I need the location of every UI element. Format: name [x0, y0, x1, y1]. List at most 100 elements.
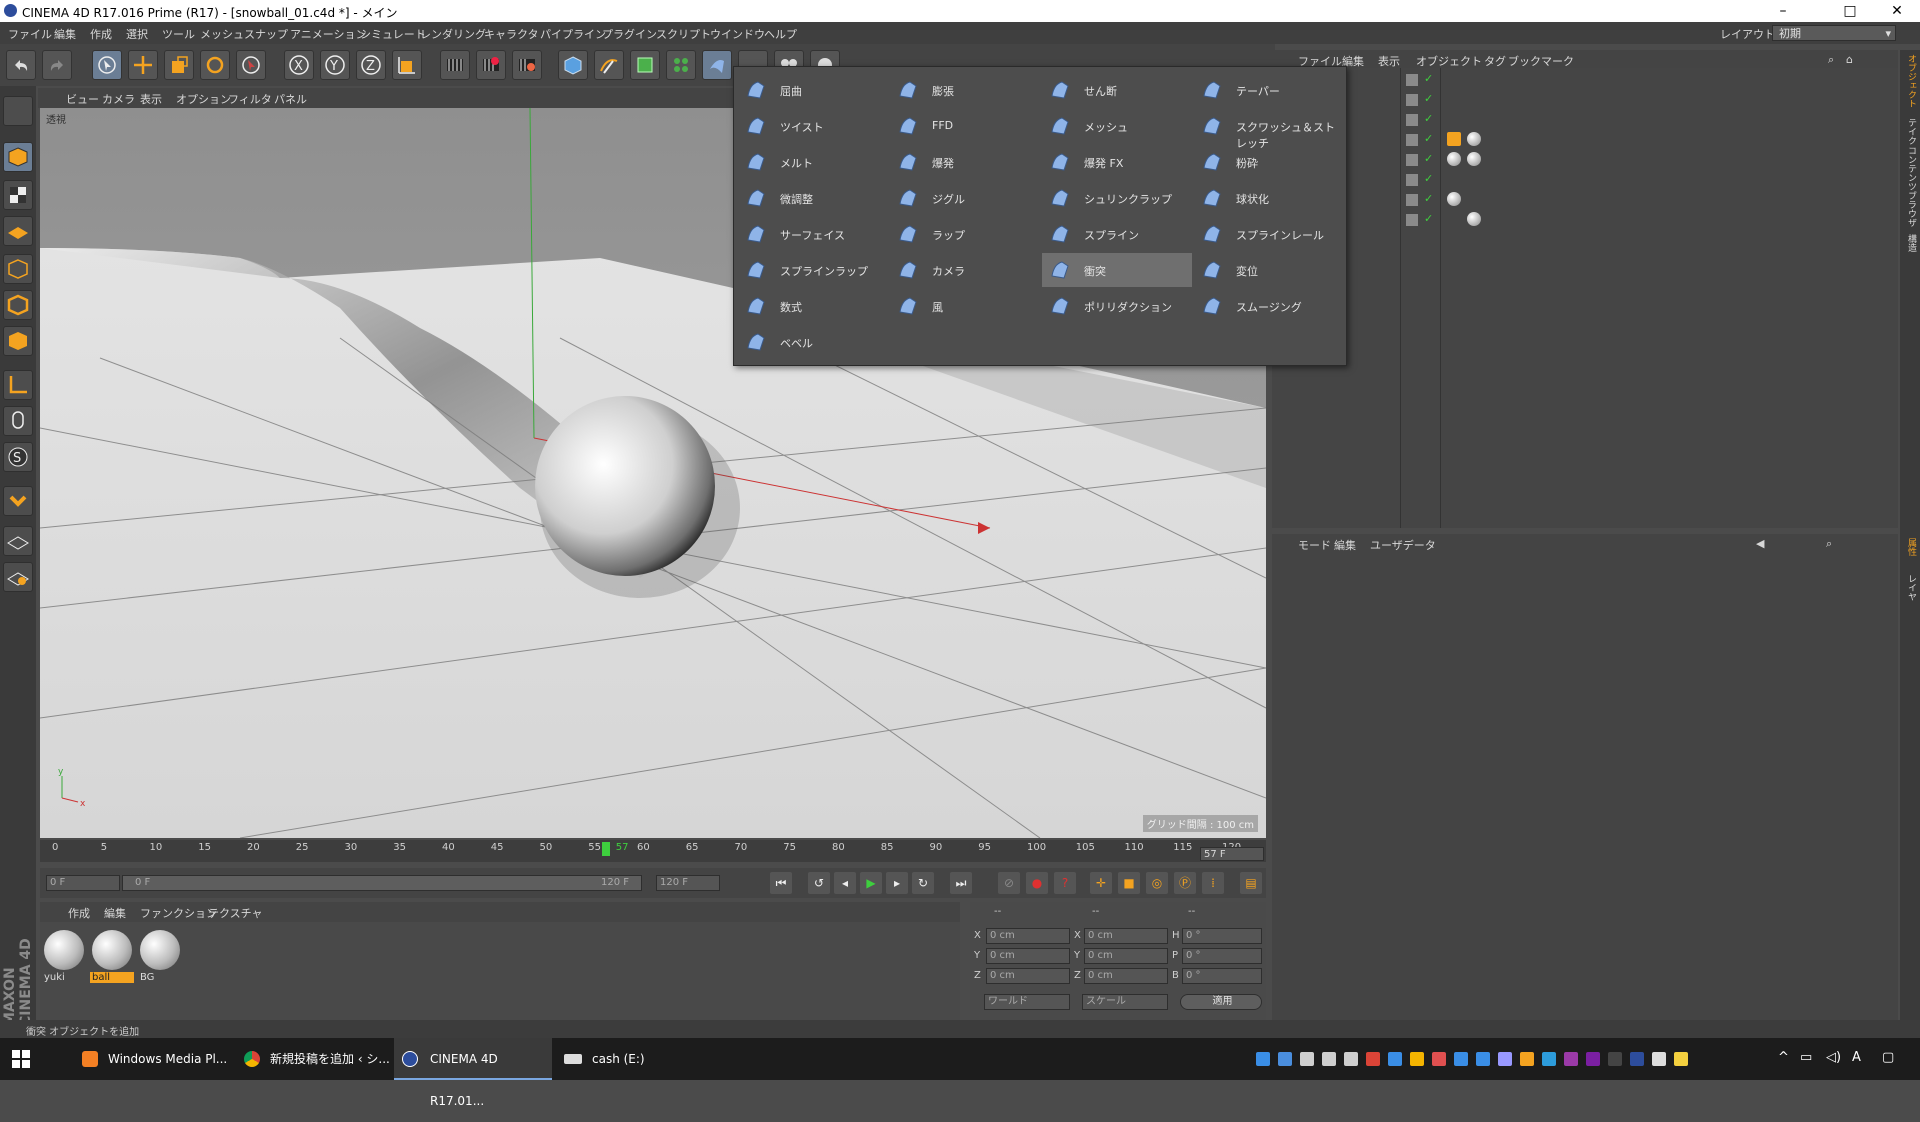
- object-row[interactable]: ✓: [1272, 112, 1872, 130]
- deformer-item[interactable]: テーパー: [1194, 73, 1344, 107]
- visibility-toggle-icon[interactable]: [1406, 94, 1418, 106]
- timeline-ruler[interactable]: 0 5 10 15 20 25 30 35 40 45 50 55 57 60 65 70 75 80 85 90 95…: [40, 840, 1266, 862]
- keyframe-selection-button[interactable]: ?: [1054, 872, 1076, 894]
- key-position-button[interactable]: ✛: [1090, 872, 1112, 894]
- object-menu-tags[interactable]: タグ: [1484, 53, 1506, 69]
- deformer-item[interactable]: 球状化: [1194, 181, 1344, 215]
- go-to-start-button[interactable]: ⏮: [770, 872, 792, 894]
- menu-snap[interactable]: スナップ: [244, 26, 288, 42]
- tab-attributes[interactable]: 属性: [1902, 538, 1918, 556]
- taskbar-explorer[interactable]: cash (E:): [556, 1038, 676, 1080]
- viewport-menu-panel[interactable]: パネル: [274, 91, 307, 107]
- size-y-field[interactable]: 0 cm: [1084, 948, 1168, 964]
- enabled-check-icon[interactable]: ✓: [1424, 152, 1433, 165]
- deformer-item[interactable]: ラップ: [890, 217, 1040, 251]
- menu-select[interactable]: 選択: [126, 26, 148, 42]
- menu-help[interactable]: ヘルプ: [764, 26, 797, 42]
- deformer-button[interactable]: [702, 50, 732, 80]
- enabled-check-icon[interactable]: ✓: [1424, 132, 1433, 145]
- move-tool-button[interactable]: [128, 50, 158, 80]
- object-row[interactable]: ✓: [1272, 152, 1872, 170]
- enabled-check-icon[interactable]: ✓: [1424, 72, 1433, 85]
- object-menu-objects[interactable]: オブジェクト: [1416, 53, 1482, 69]
- visibility-toggle-icon[interactable]: [1406, 134, 1418, 146]
- viewport-menu-filter[interactable]: フィルタ: [228, 91, 272, 107]
- locked-workplane-button[interactable]: [3, 562, 33, 592]
- deformer-item[interactable]: 衝突: [1042, 253, 1192, 287]
- visibility-toggle-icon[interactable]: [1406, 74, 1418, 86]
- next-key-button[interactable]: ↻: [912, 872, 934, 894]
- coordinate-system-button[interactable]: [392, 50, 422, 80]
- visibility-toggle-icon[interactable]: [1406, 174, 1418, 186]
- tab-layers[interactable]: レイヤ: [1902, 574, 1918, 601]
- pinned-app-icon[interactable]: [1256, 1052, 1270, 1066]
- redo-button[interactable]: [42, 50, 72, 80]
- pinned-app-icon[interactable]: [1366, 1052, 1380, 1066]
- z-axis-lock-button[interactable]: Z: [356, 50, 386, 80]
- tab-structure[interactable]: 構造: [1902, 234, 1918, 252]
- start-frame-field[interactable]: 0 F: [46, 875, 120, 891]
- tab-objects[interactable]: オブジェクト: [1902, 54, 1918, 108]
- back-arrow-icon[interactable]: ◀: [1756, 537, 1764, 550]
- notification-icon[interactable]: ▢: [1882, 1050, 1894, 1065]
- rotation-p-field[interactable]: 0 °: [1182, 948, 1262, 964]
- taskbar-chrome[interactable]: 新規投稿を追加 ‹ シ...: [240, 1038, 392, 1080]
- menu-edit[interactable]: 編集: [54, 26, 76, 42]
- object-row[interactable]: ✓: [1272, 72, 1872, 90]
- deformer-item[interactable]: ジグル: [890, 181, 1040, 215]
- material-menu-texture[interactable]: テクスチャ: [208, 905, 263, 921]
- material-tag-icon[interactable]: [1467, 152, 1481, 166]
- apply-button[interactable]: 適用: [1180, 994, 1262, 1010]
- taskbar-media-player[interactable]: Windows Media Pl...: [78, 1038, 240, 1080]
- material-menu-create[interactable]: 作成: [68, 905, 90, 921]
- size-z-field[interactable]: 0 cm: [1084, 968, 1168, 984]
- make-editable-button[interactable]: [3, 96, 33, 126]
- deformer-item[interactable]: メルト: [738, 145, 888, 179]
- pinned-app-icon[interactable]: [1542, 1052, 1556, 1066]
- deformer-item[interactable]: メッシュ: [1042, 109, 1192, 143]
- deformer-item[interactable]: スプライン: [1042, 217, 1192, 251]
- rotate-tool-button[interactable]: [200, 50, 230, 80]
- key-pla-button[interactable]: ⁞: [1202, 872, 1224, 894]
- object-menu-bookmarks[interactable]: ブックマーク: [1508, 53, 1574, 69]
- deformer-item[interactable]: ツイスト: [738, 109, 888, 143]
- timeline-window-button[interactable]: ▤: [1240, 872, 1262, 894]
- menu-simulate[interactable]: シミュレート: [360, 26, 426, 42]
- key-parameter-button[interactable]: Ⓟ: [1174, 872, 1196, 894]
- pinned-app-icon[interactable]: [1432, 1052, 1446, 1066]
- home-icon[interactable]: ⌂: [1846, 53, 1853, 66]
- enabled-check-icon[interactable]: ✓: [1424, 212, 1433, 225]
- deformer-item[interactable]: FFD: [890, 109, 1040, 143]
- visibility-toggle-icon[interactable]: [1406, 114, 1418, 126]
- record-keys-button[interactable]: ⊘: [998, 872, 1020, 894]
- visibility-toggle-icon[interactable]: [1406, 154, 1418, 166]
- texture-mode-button[interactable]: [3, 180, 33, 210]
- snap-button[interactable]: S: [3, 442, 33, 472]
- pinned-app-icon[interactable]: [1454, 1052, 1468, 1066]
- coord-system-select[interactable]: ワールド: [984, 994, 1070, 1010]
- pinned-app-icon[interactable]: [1520, 1052, 1534, 1066]
- current-frame-field[interactable]: 57 F: [1200, 847, 1264, 861]
- maximize-button[interactable]: □: [1827, 0, 1873, 22]
- pinned-app-icon[interactable]: [1344, 1052, 1358, 1066]
- pinned-app-icon[interactable]: [1564, 1052, 1578, 1066]
- material-tag-icon[interactable]: [1447, 192, 1461, 206]
- deformer-item[interactable]: 微調整: [738, 181, 888, 215]
- previous-frame-button[interactable]: ◂: [834, 872, 856, 894]
- layout-select[interactable]: 初期 ▾: [1772, 25, 1896, 41]
- tab-takes[interactable]: テイク: [1902, 118, 1918, 145]
- scale-tool-button[interactable]: [164, 50, 194, 80]
- enabled-check-icon[interactable]: ✓: [1424, 172, 1433, 185]
- menu-pipeline[interactable]: パイプライン: [540, 26, 606, 42]
- object-menu-view[interactable]: 表示: [1378, 53, 1400, 69]
- pinned-app-icon[interactable]: [1278, 1052, 1292, 1066]
- pinned-app-icon[interactable]: [1674, 1052, 1688, 1066]
- search-icon[interactable]: ⌕: [1826, 537, 1832, 551]
- deformer-item[interactable]: スプラインラップ: [738, 253, 888, 287]
- pinned-app-icon[interactable]: [1410, 1052, 1424, 1066]
- menu-create[interactable]: 作成: [90, 26, 112, 42]
- edges-mode-button[interactable]: [3, 290, 33, 320]
- viewport-menu-view[interactable]: ビュー: [66, 91, 99, 107]
- viewport-menu-options[interactable]: オプション: [176, 91, 231, 107]
- chevron-up-icon[interactable]: ^: [1778, 1050, 1789, 1065]
